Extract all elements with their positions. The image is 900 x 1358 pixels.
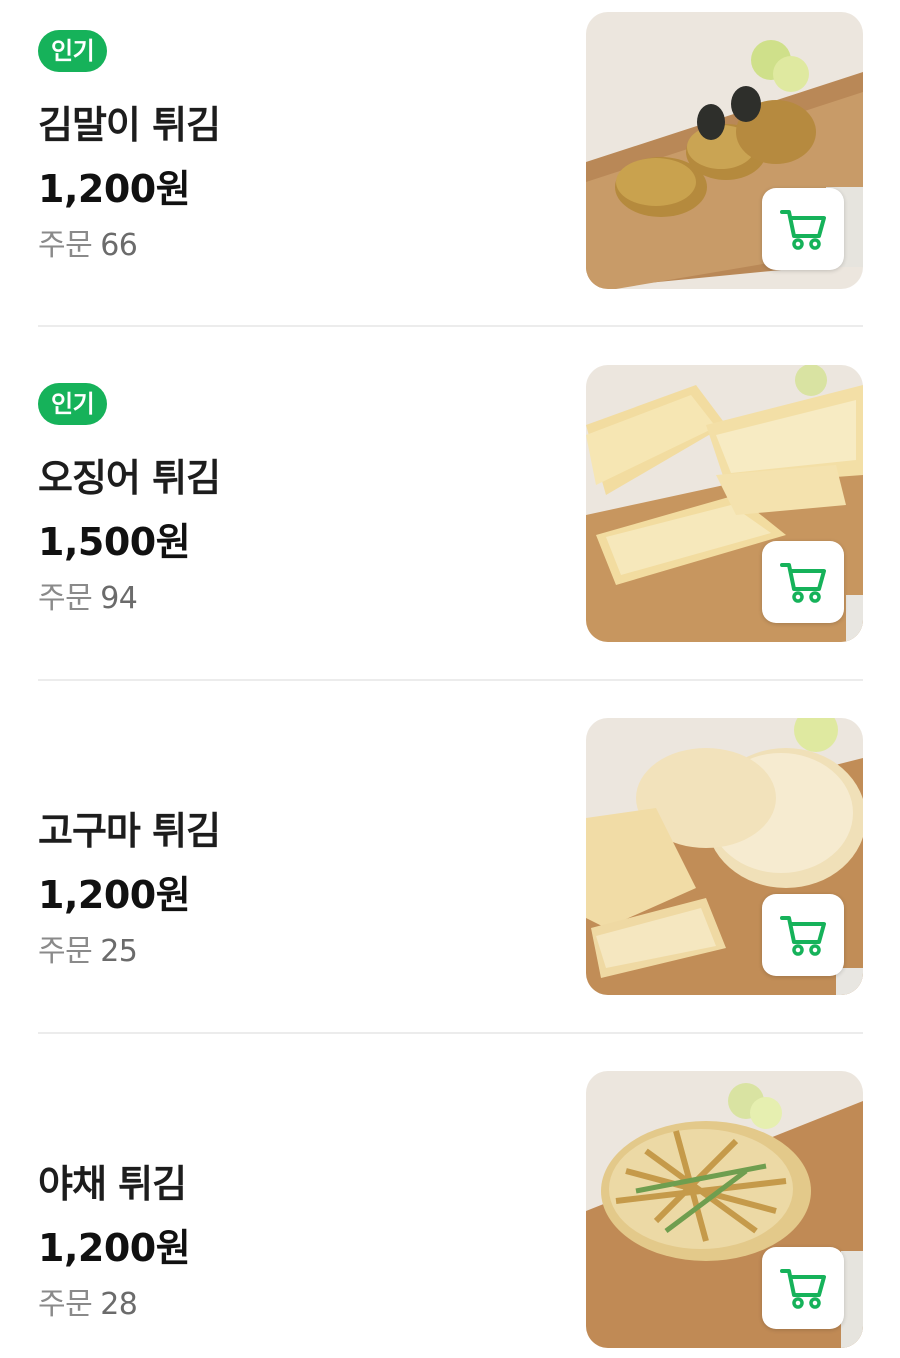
orders-label: 주문 — [38, 228, 93, 263]
divider — [38, 325, 863, 327]
menu-item-orders: 주문 25 — [38, 926, 138, 970]
menu-item-orders: 주문 94 — [38, 573, 138, 617]
add-to-cart-button[interactable] — [762, 188, 844, 270]
divider — [38, 679, 863, 681]
menu-item-orders: 주문 66 — [38, 220, 138, 264]
orders-count: 28 — [100, 1287, 138, 1322]
orders-count: 94 — [100, 581, 138, 616]
orders-count: 66 — [100, 228, 138, 263]
menu-item-name: 김말이 튀김 — [38, 103, 221, 147]
menu-item-info: 고구마 튀김 1,200원 주문 25 — [38, 706, 558, 1059]
orders-label: 주문 — [38, 1287, 93, 1322]
menu-item-name: 고구마 튀김 — [38, 809, 221, 853]
menu-item[interactable]: 야채 튀김 1,200원 주문 28 — [0, 1059, 900, 1358]
orders-label: 주문 — [38, 934, 93, 969]
menu-item-name: 야채 튀김 — [38, 1162, 187, 1206]
cart-icon — [780, 210, 826, 250]
menu-item-info: 인기 김말이 튀김 1,200원 주문 66 — [38, 0, 558, 353]
menu-list: 인기 김말이 튀김 1,200원 주문 66 인기 오징어 튀김 1,500원 … — [0, 0, 900, 1358]
cart-icon — [780, 563, 826, 603]
popular-badge: 인기 — [38, 383, 108, 425]
menu-item-price: 1,200원 — [38, 1226, 191, 1270]
menu-item-name: 오징어 튀김 — [38, 456, 221, 500]
popular-badge: 인기 — [38, 30, 108, 72]
menu-item-price: 1,200원 — [38, 873, 191, 917]
menu-item[interactable]: 고구마 튀김 1,200원 주문 25 — [0, 706, 900, 1059]
orders-label: 주문 — [38, 581, 93, 616]
orders-count: 25 — [100, 934, 138, 969]
menu-item[interactable]: 인기 오징어 튀김 1,500원 주문 94 — [0, 353, 900, 706]
menu-item-info: 인기 오징어 튀김 1,500원 주문 94 — [38, 353, 558, 706]
menu-item[interactable]: 인기 김말이 튀김 1,200원 주문 66 — [0, 0, 900, 353]
menu-item-price: 1,200원 — [38, 167, 191, 211]
menu-item-price: 1,500원 — [38, 520, 191, 564]
add-to-cart-button[interactable] — [762, 541, 844, 623]
cart-icon — [780, 1269, 826, 1309]
menu-item-info: 야채 튀김 1,200원 주문 28 — [38, 1059, 558, 1358]
cart-icon — [780, 916, 826, 956]
divider — [38, 1032, 863, 1034]
add-to-cart-button[interactable] — [762, 894, 844, 976]
menu-item-orders: 주문 28 — [38, 1279, 138, 1323]
add-to-cart-button[interactable] — [762, 1247, 844, 1329]
